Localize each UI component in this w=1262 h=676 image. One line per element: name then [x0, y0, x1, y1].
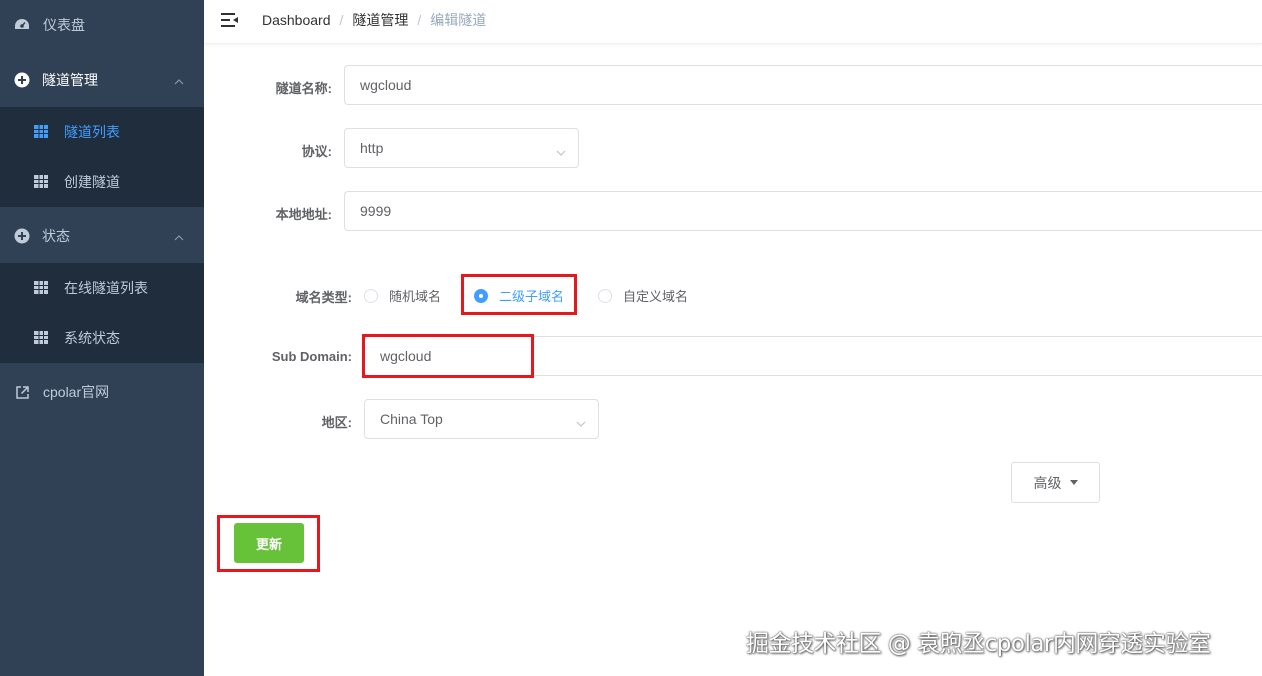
chevron-up-icon: [174, 230, 184, 241]
sidebar-item-label: 创建隧道: [64, 174, 120, 190]
highlight-box-update-button: [217, 515, 320, 572]
breadcrumb-item-dashboard[interactable]: Dashboard: [262, 0, 331, 40]
advanced-button-label: 高级: [1033, 474, 1062, 491]
external-link-icon: [14, 384, 30, 400]
breadcrumb: Dashboard / 隧道管理 / 编辑隧道: [262, 0, 486, 40]
protocol-select-value: http: [360, 140, 384, 156]
radio-random-domain[interactable]: 随机域名: [364, 286, 441, 305]
domain-type-label: 域名类型:: [295, 290, 352, 305]
region-select-value: China Top: [380, 411, 443, 427]
breadcrumb-separator: /: [417, 12, 422, 28]
radio-label: 随机域名: [389, 289, 442, 304]
sidebar-item-dashboard[interactable]: 仪表盘: [0, 0, 204, 50]
sidebar-item-label: 状态: [42, 228, 70, 244]
breadcrumb-item-edit-tunnel: 编辑隧道: [430, 12, 487, 28]
radio-label: 自定义域名: [623, 289, 689, 304]
sidebar-item-label: 系统状态: [64, 330, 120, 346]
protocol-label: 协议:: [301, 144, 332, 159]
grid-icon: [34, 125, 48, 138]
sidebar-item-create-tunnel[interactable]: 创建隧道: [0, 157, 204, 207]
sidebar-item-cpolar-website[interactable]: cpolar官网: [0, 367, 204, 417]
top-navbar: Dashboard / 隧道管理 / 编辑隧道: [204, 0, 1262, 44]
sidebar-item-tunnel-list[interactable]: 隧道列表: [0, 107, 204, 157]
region-select[interactable]: China Top: [364, 399, 599, 439]
radio-custom-domain[interactable]: 自定义域名: [598, 286, 688, 305]
highlight-box-subdomain-radio: [461, 274, 577, 315]
protocol-select[interactable]: http: [344, 128, 579, 168]
tunnel-name-label: 隧道名称:: [275, 81, 332, 96]
breadcrumb-separator: /: [339, 12, 344, 28]
region-label: 地区:: [321, 415, 352, 430]
local-address-label: 本地地址:: [275, 207, 332, 222]
breadcrumb-item-tunnel-management[interactable]: 隧道管理: [352, 0, 408, 40]
plus-circle-icon: [14, 72, 30, 88]
sidebar-item-online-tunnels[interactable]: 在线隧道列表: [0, 263, 204, 313]
highlight-box-subdomain-input: [362, 334, 534, 378]
caret-down-icon: [1069, 480, 1078, 485]
grid-icon: [34, 281, 48, 294]
sub-domain-label: Sub Domain:: [271, 349, 352, 364]
radio-circle: [598, 288, 612, 303]
watermark-text: 掘金技术社区 @ 袁煦丞cpolar内网穿透实验室: [746, 631, 1211, 657]
grid-icon: [34, 331, 48, 344]
chevron-down-icon: [556, 144, 566, 156]
sidebar-item-label: 在线隧道列表: [64, 280, 148, 296]
sidebar-item-status[interactable]: 状态: [0, 211, 204, 261]
sidebar-item-system-status[interactable]: 系统状态: [0, 313, 204, 363]
tunnel-name-input[interactable]: wgcloud: [344, 65, 1262, 105]
sidebar-item-label: 隧道列表: [64, 124, 120, 140]
dashboard-icon: [14, 17, 30, 33]
grid-icon: [34, 175, 48, 188]
sidebar-item-label: 仪表盘: [43, 17, 85, 33]
chevron-up-icon: [174, 74, 184, 85]
local-address-input[interactable]: 9999: [344, 191, 1262, 231]
sidebar: 仪表盘 隧道管理 隧道列表 创建隧道 状态 在线隧道列表 系统状态 cpolar…: [0, 0, 204, 676]
sidebar-item-label: 隧道管理: [42, 72, 98, 88]
plus-circle-icon: [14, 228, 30, 244]
chevron-down-icon: [576, 415, 586, 427]
sidebar-item-tunnel-management[interactable]: 隧道管理: [0, 55, 204, 105]
advanced-button[interactable]: 高级: [1011, 462, 1100, 503]
sidebar-item-label: cpolar官网: [43, 384, 110, 400]
hamburger-menu-icon[interactable]: [221, 12, 238, 28]
radio-circle: [364, 288, 378, 303]
